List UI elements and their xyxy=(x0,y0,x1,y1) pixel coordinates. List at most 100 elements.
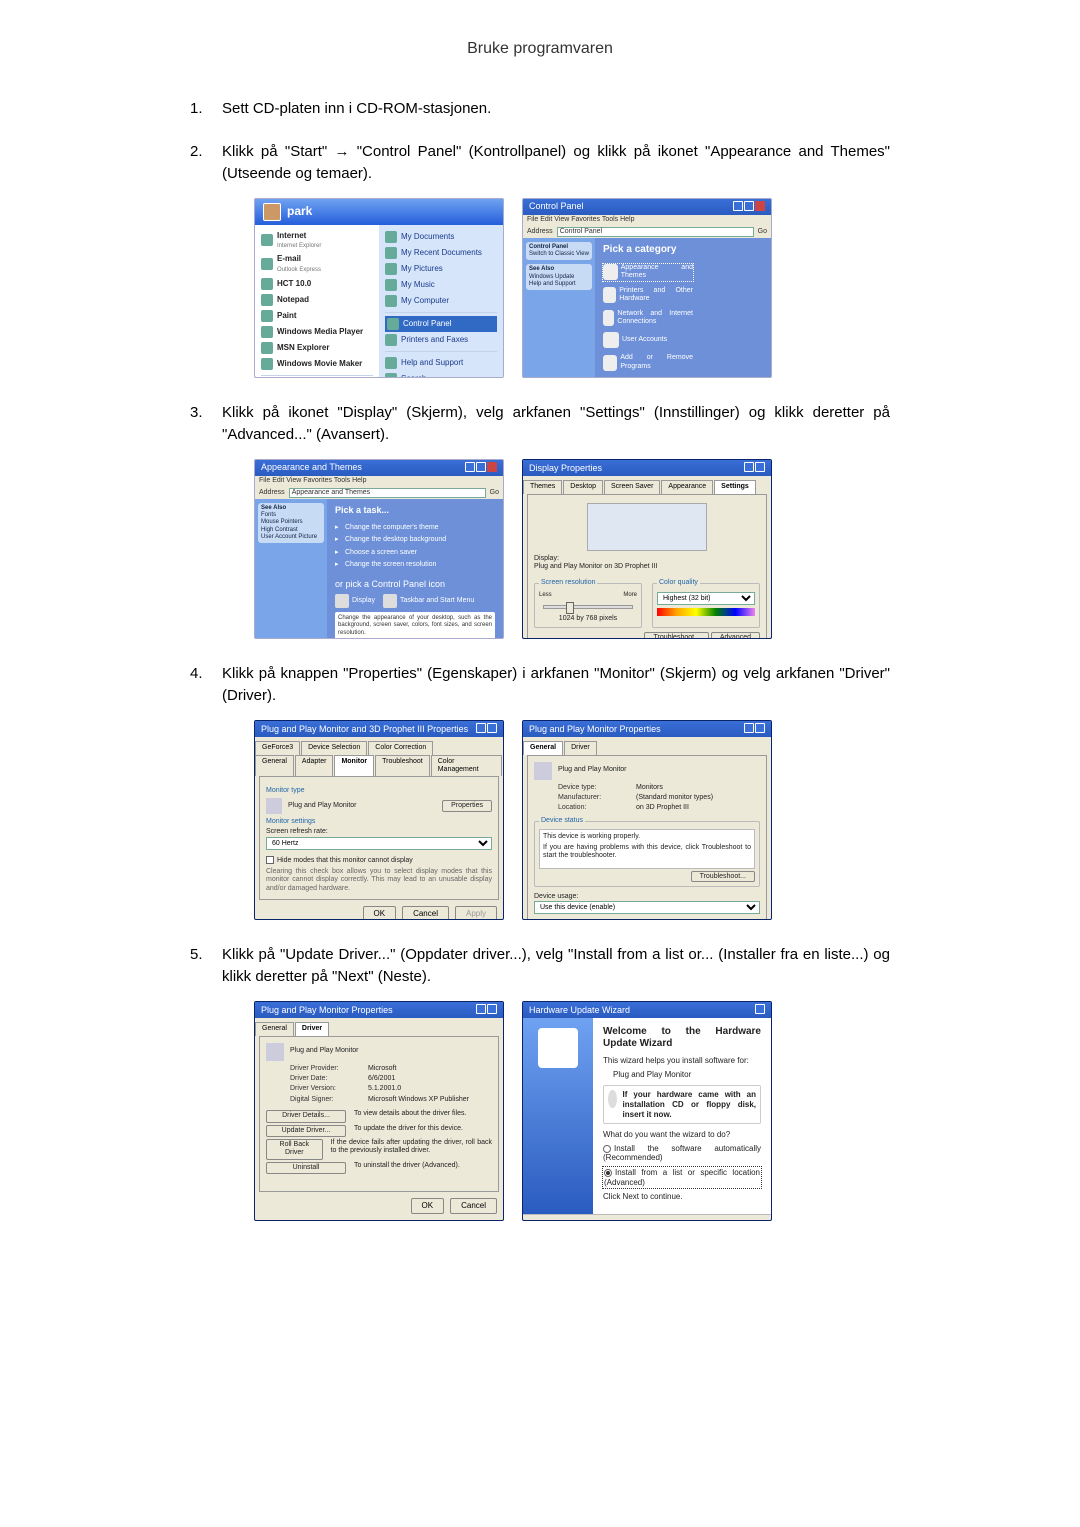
device-usage-label: Device usage: xyxy=(534,893,760,901)
see-also-link[interactable]: Windows Update xyxy=(529,274,589,281)
menu-bar[interactable]: File Edit View Favorites Tools Help xyxy=(523,215,771,225)
start-menu-item[interactable]: Windows Media Player xyxy=(261,324,373,340)
start-menu-item[interactable]: E-mailOutlook Express xyxy=(261,252,373,276)
tab[interactable]: Color Correction xyxy=(368,741,433,754)
category-item[interactable]: Network and Internet Connections xyxy=(603,310,693,327)
tab[interactable]: General xyxy=(255,755,294,777)
window-buttons[interactable] xyxy=(464,462,497,475)
color-quality-select[interactable]: Highest (32 bit) xyxy=(657,592,755,605)
control-panel-icon[interactable]: Display xyxy=(335,594,375,608)
start-menu-item[interactable]: Control Panel xyxy=(385,316,497,332)
category-icon xyxy=(603,287,616,303)
category-item[interactable]: Add or Remove Programs xyxy=(603,354,693,371)
category-item[interactable]: User Accounts xyxy=(603,332,693,348)
window-buttons[interactable] xyxy=(475,723,497,736)
start-menu-item[interactable]: Paint xyxy=(261,308,373,324)
window-buttons[interactable] xyxy=(754,1004,765,1017)
start-menu-item[interactable]: My Computer xyxy=(385,293,497,309)
tooltip: Change the appearance of your desktop, s… xyxy=(335,612,495,638)
see-also-link[interactable]: Fonts xyxy=(261,512,321,519)
troubleshoot-button[interactable]: Troubleshoot... xyxy=(644,632,708,638)
apply-button[interactable]: Apply xyxy=(455,906,497,919)
tab[interactable]: Device Selection xyxy=(301,741,367,754)
task-link[interactable]: Choose a screen saver xyxy=(335,547,495,559)
start-menu-item[interactable]: My Documents xyxy=(385,229,497,245)
advanced-button[interactable]: Advanced xyxy=(711,632,760,638)
kv-key: Driver Provider: xyxy=(290,1065,360,1073)
hide-modes-note: Clearing this check box allows you to se… xyxy=(266,868,492,893)
troubleshoot-button[interactable]: Troubleshoot... xyxy=(691,871,755,882)
tab[interactable]: Screen Saver xyxy=(604,480,660,493)
dialog-title: Display Properties xyxy=(529,463,602,474)
start-menu-item[interactable]: InternetInternet Explorer xyxy=(261,229,373,253)
tab[interactable]: Troubleshoot xyxy=(375,755,430,777)
tab[interactable]: Settings xyxy=(714,480,756,493)
tab[interactable]: Driver xyxy=(295,1022,329,1035)
properties-button[interactable]: Properties xyxy=(442,800,492,812)
refresh-rate-select[interactable]: 60 Hertz xyxy=(266,837,492,850)
resolution-slider[interactable] xyxy=(543,605,633,609)
tab[interactable]: Themes xyxy=(523,480,562,493)
step-5: Klikk på "Update Driver..." (Oppdater dr… xyxy=(190,944,890,1221)
tab[interactable]: Driver xyxy=(564,741,597,754)
device-usage-select[interactable]: Use this device (enable) xyxy=(534,901,760,914)
switch-view-link[interactable]: Switch to Classic View xyxy=(529,251,589,257)
start-menu-item[interactable]: Help and Support xyxy=(385,355,497,371)
tab[interactable]: General xyxy=(523,741,563,754)
wizard-heading: Welcome to the Hardware Update Wizard xyxy=(603,1026,761,1050)
ok-button[interactable]: OK xyxy=(363,906,397,919)
tab[interactable]: Color Management xyxy=(431,755,502,777)
start-menu-item[interactable]: HCT 10.0 xyxy=(261,276,373,292)
ok-button[interactable]: OK xyxy=(411,1198,445,1214)
go-button[interactable]: Go xyxy=(490,489,499,497)
folder-icon xyxy=(385,373,397,378)
window-buttons[interactable] xyxy=(732,201,765,214)
see-also-link[interactable]: Mouse Pointers xyxy=(261,519,321,526)
see-also-link[interactable]: High Contrast xyxy=(261,527,321,534)
driver-details-button[interactable]: Driver Details... xyxy=(266,1110,346,1122)
update-driver-button[interactable]: Update Driver... xyxy=(266,1125,346,1137)
radio-list[interactable] xyxy=(604,1169,612,1177)
start-menu-item[interactable]: Printers and Faxes xyxy=(385,332,497,348)
start-menu-item[interactable]: Windows Movie Maker xyxy=(261,356,373,372)
address-field[interactable]: Appearance and Themes xyxy=(289,488,486,498)
start-menu-item[interactable]: Search xyxy=(385,371,497,378)
kv-value: Microsoft xyxy=(368,1065,396,1073)
kv-key: Manufacturer: xyxy=(558,794,628,802)
start-menu-item[interactable]: My Music xyxy=(385,277,497,293)
start-menu-item[interactable]: Notepad xyxy=(261,292,373,308)
task-link[interactable]: Change the desktop background xyxy=(335,534,495,546)
tab[interactable]: General xyxy=(255,1022,294,1035)
go-button[interactable]: Go xyxy=(758,228,767,236)
uninstall-button[interactable]: Uninstall xyxy=(266,1162,346,1174)
window-buttons[interactable] xyxy=(743,723,765,736)
menu-bar[interactable]: File Edit View Favorites Tools Help xyxy=(255,476,503,486)
radio-auto[interactable] xyxy=(603,1145,611,1153)
update-driver-desc: To update the driver for this device. xyxy=(354,1125,463,1137)
control-panel-icon[interactable]: Taskbar and Start Menu xyxy=(383,594,474,608)
folder-icon xyxy=(385,279,397,291)
window-buttons[interactable] xyxy=(475,1004,497,1017)
task-link[interactable]: Change the screen resolution xyxy=(335,559,495,571)
cancel-button[interactable]: Cancel xyxy=(450,1198,497,1214)
tab[interactable]: Desktop xyxy=(563,480,603,493)
cancel-button[interactable]: Cancel xyxy=(402,906,449,919)
tab[interactable]: Monitor xyxy=(334,755,374,777)
category-item[interactable]: Appearance and Themes xyxy=(603,264,693,281)
tab[interactable]: Appearance xyxy=(661,480,713,493)
see-also-link[interactable]: Help and Support xyxy=(529,281,589,288)
address-field[interactable]: Control Panel xyxy=(557,227,754,237)
hide-modes-checkbox[interactable] xyxy=(266,856,274,864)
see-also-link[interactable]: User Account Picture xyxy=(261,534,321,541)
start-menu-item[interactable]: My Pictures xyxy=(385,261,497,277)
tab[interactable]: GeForce3 xyxy=(255,741,300,754)
roll-back-driver-button[interactable]: Roll Back Driver xyxy=(266,1139,323,1160)
folder-icon xyxy=(385,263,397,275)
task-link[interactable]: Change the computer's theme xyxy=(335,522,495,534)
category-item[interactable]: Printers and Other Hardware xyxy=(603,287,693,304)
step-2: Klikk på "Start" → "Control Panel" (Kont… xyxy=(190,141,890,378)
tab[interactable]: Adapter xyxy=(295,755,334,777)
start-menu-item[interactable]: My Recent Documents xyxy=(385,245,497,261)
window-buttons[interactable] xyxy=(743,462,765,475)
start-menu-item[interactable]: MSN Explorer xyxy=(261,340,373,356)
